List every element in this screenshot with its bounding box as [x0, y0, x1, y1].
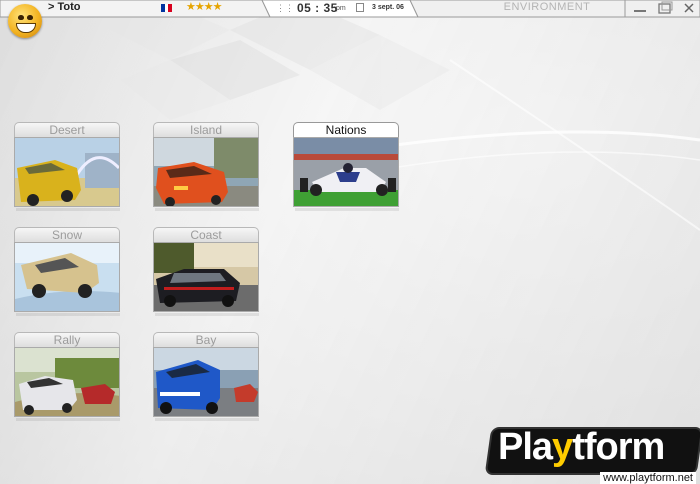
france-flag-icon — [161, 4, 173, 12]
environment-card-island[interactable]: Island — [153, 122, 259, 211]
close-button[interactable] — [680, 1, 698, 15]
environment-card-snow[interactable]: Snow — [14, 227, 120, 316]
playtform-watermark: Playtform www.playtform.net — [480, 424, 700, 484]
avatar-right-eye — [27, 15, 33, 20]
environment-label: Bay — [153, 332, 259, 347]
calendar-icon — [356, 3, 364, 12]
environment-card-bay[interactable]: Bay — [153, 332, 259, 421]
close-icon — [684, 3, 694, 13]
island-thumbnail — [153, 137, 259, 207]
environment-card-nations[interactable]: Nations — [293, 122, 399, 211]
watermark-url: www.playtform.net — [600, 472, 696, 484]
avatar-left-eye — [18, 15, 24, 20]
environment-label: Desert — [14, 122, 120, 137]
bay-thumbnail — [153, 347, 259, 417]
environment-label: Coast — [153, 227, 259, 242]
rally-thumbnail — [14, 347, 120, 417]
rank-stars: ★★★★ — [186, 1, 222, 13]
minimize-button[interactable] — [631, 1, 649, 15]
environment-card-rally[interactable]: Rally — [14, 332, 120, 421]
environment-label: Snow — [14, 227, 120, 242]
clock-time: 05 : 35 — [297, 1, 338, 15]
maximize-button[interactable] — [656, 1, 674, 15]
environment-card-desert[interactable]: Desert — [14, 122, 120, 211]
watermark-logo-text: Playtform — [498, 426, 665, 468]
coast-thumbnail — [153, 242, 259, 312]
desert-thumbnail — [14, 137, 120, 207]
minimize-icon — [634, 10, 646, 12]
environment-label: Nations — [293, 122, 399, 137]
avatar-mouth — [16, 23, 36, 33]
player-name[interactable]: > Toto — [48, 1, 80, 13]
environment-label: Rally — [14, 332, 120, 347]
maximize-icon — [658, 1, 673, 14]
current-date: 3 sept. 06 — [372, 4, 404, 11]
snow-thumbnail — [14, 242, 120, 312]
clock-icon: ⋮⋮ — [276, 3, 294, 13]
environment-card-coast[interactable]: Coast — [153, 227, 259, 316]
player-avatar[interactable] — [8, 4, 42, 38]
clock-ampm: pm — [336, 5, 346, 12]
environment-label: Island — [153, 122, 259, 137]
nations-thumbnail — [293, 137, 399, 207]
section-title: ENVIRONMENT — [503, 1, 591, 13]
